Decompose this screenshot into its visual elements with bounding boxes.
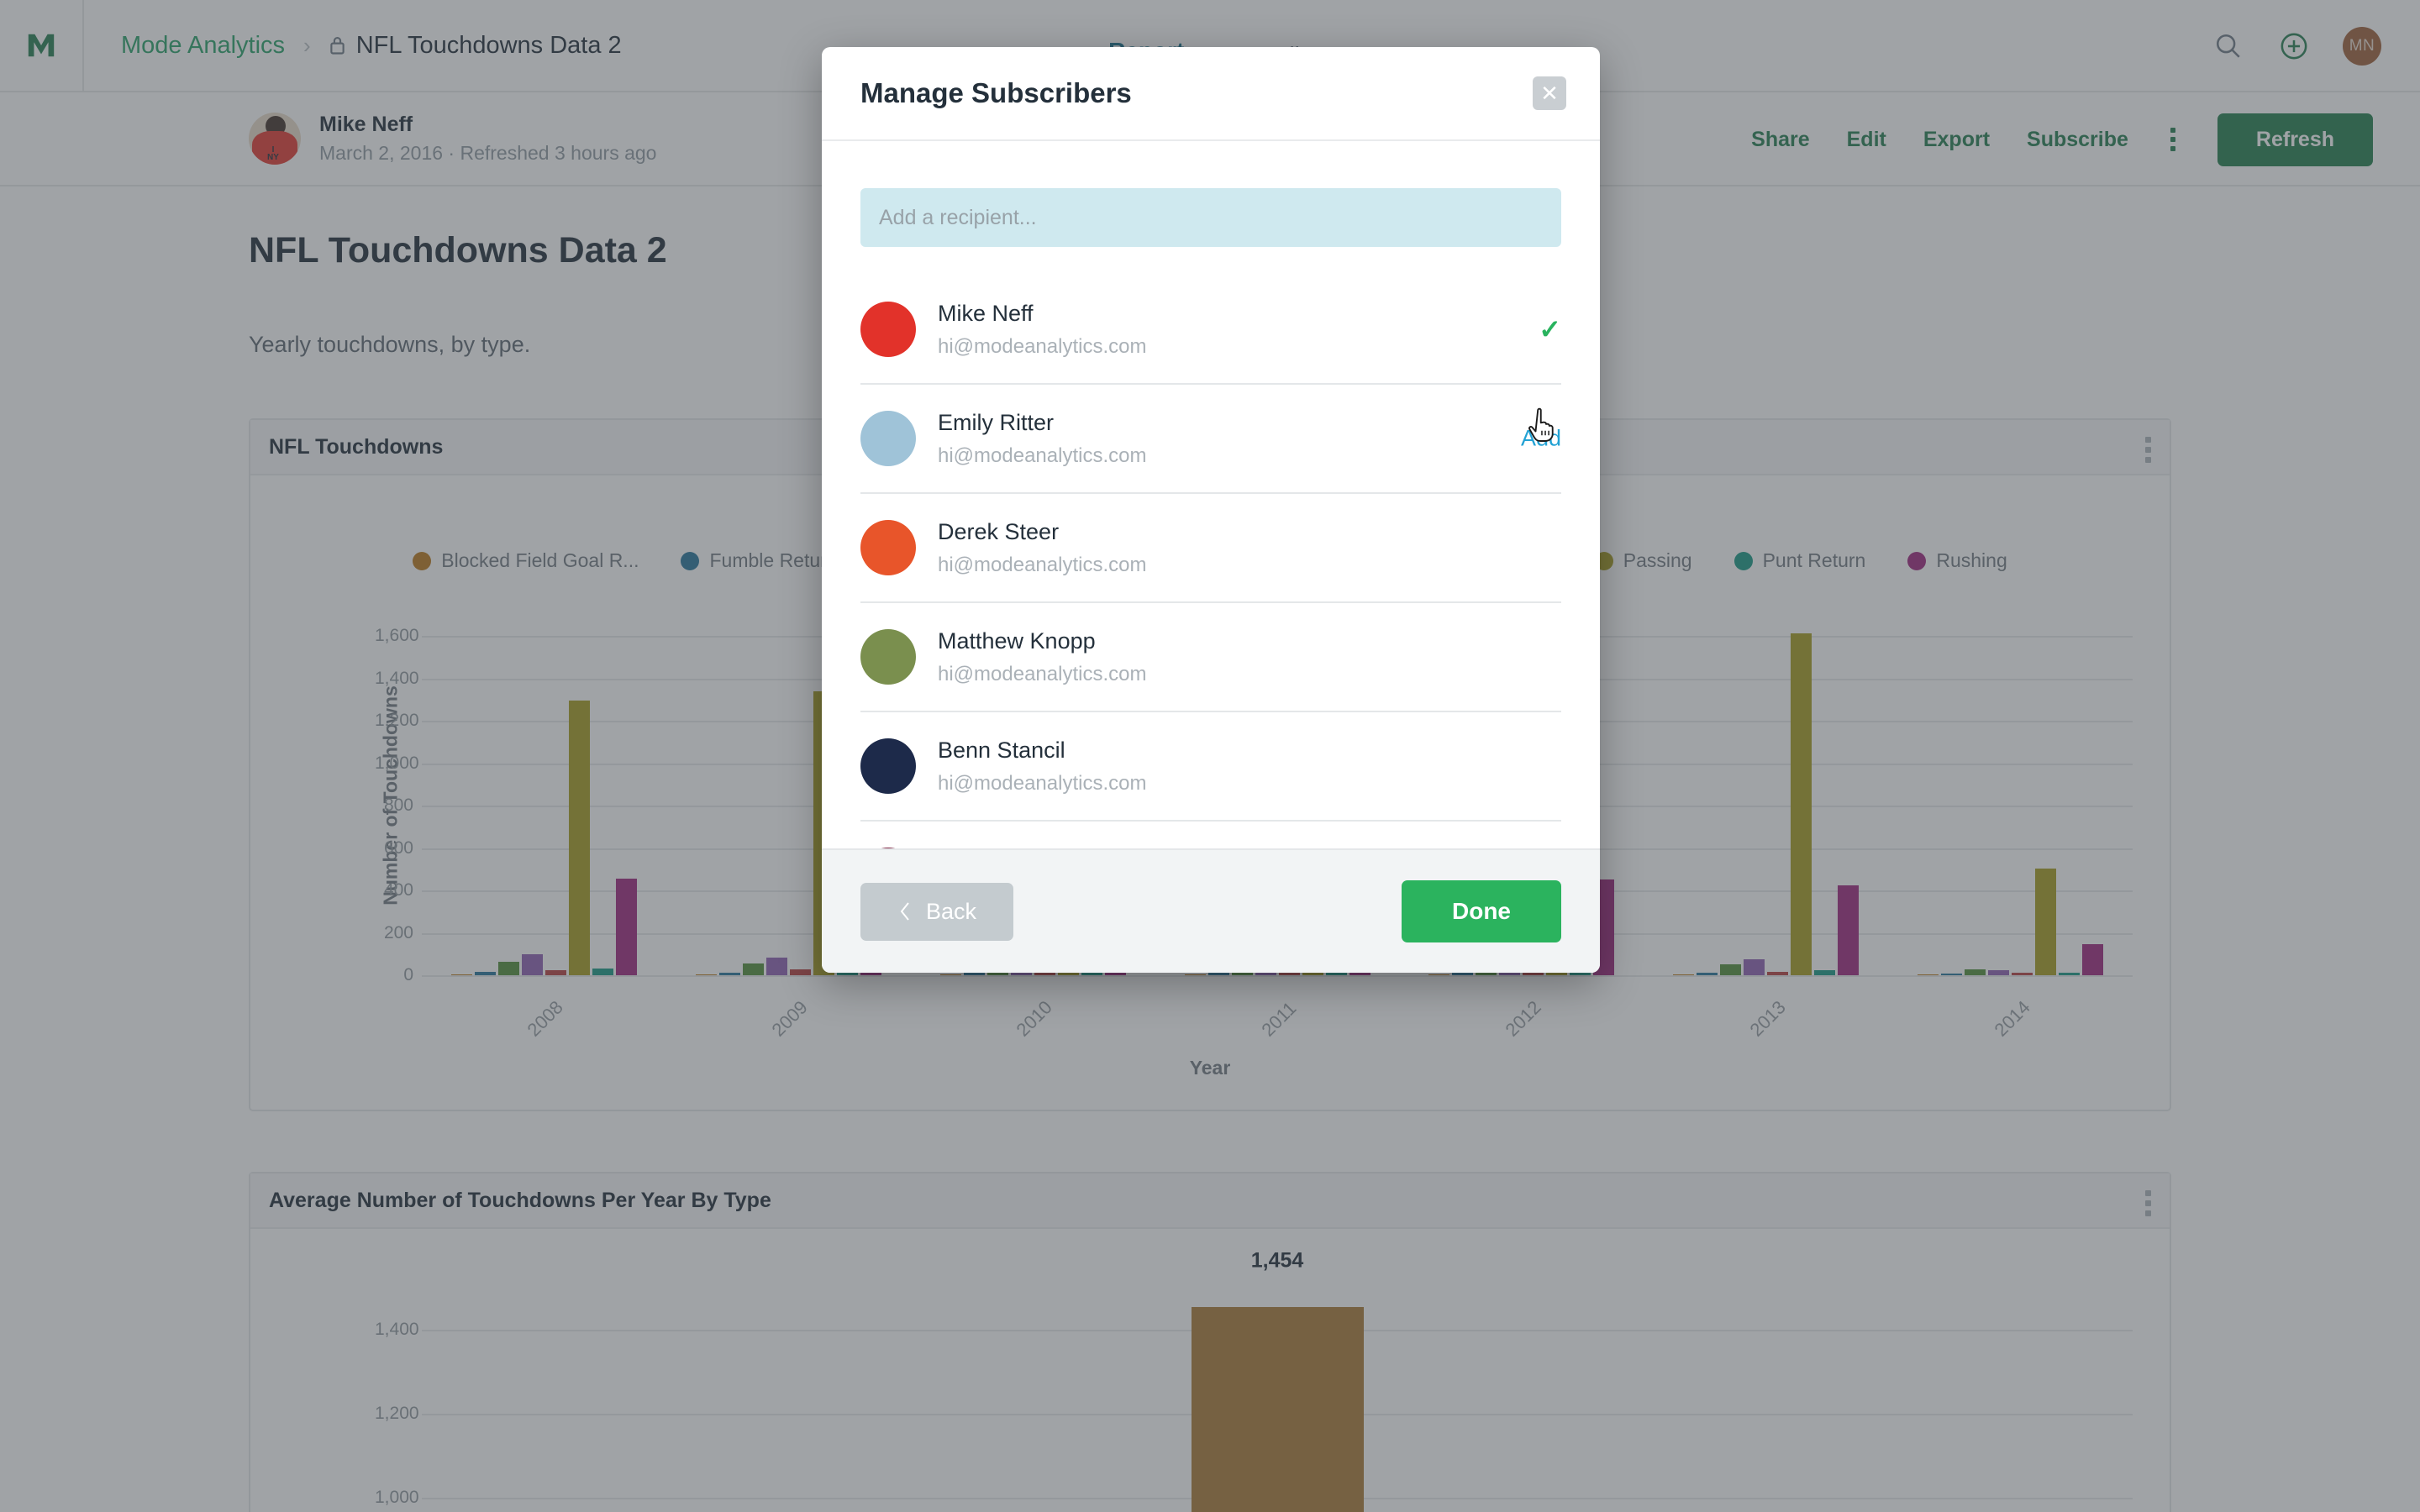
- pointing-hand-cursor: [1528, 407, 1554, 442]
- subscriber-avatar: [860, 738, 916, 794]
- subscriber-email: hi@modeanalytics.com: [938, 334, 1147, 358]
- done-button[interactable]: Done: [1402, 880, 1561, 942]
- add-recipient-input[interactable]: [860, 188, 1561, 247]
- subscribed-check-icon: ✓: [1539, 314, 1561, 344]
- subscriber-info: Benn Stancil hi@modeanalytics.com: [938, 738, 1146, 795]
- subscriber-row[interactable]: Michael Stock-Matthews: [860, 822, 1561, 848]
- modal-title: Manage Subscribers: [860, 77, 1132, 108]
- subscriber-email: hi@modeanalytics.com: [938, 662, 1147, 685]
- subscriber-info: Derek Steer hi@modeanalytics.com: [938, 519, 1146, 577]
- subscriber-name: Mike Neff: [938, 300, 1034, 326]
- subscriber-list: Mike Neff hi@modeanalytics.com ✓ Emily Ritt…: [860, 276, 1561, 848]
- subscriber-email: hi@modeanalytics.com: [938, 444, 1147, 467]
- manage-subscribers-modal: Manage Subscribers ✕ Mike Neff hi@modeana…: [822, 47, 1600, 973]
- subscriber-avatar: [860, 629, 916, 685]
- modal-body: Mike Neff hi@modeanalytics.com ✓ Emily Ritt…: [822, 141, 1600, 848]
- modal-footer: Back Done: [822, 848, 1600, 973]
- subscriber-avatar: [860, 302, 916, 357]
- subscriber-row[interactable]: Matthew Knopp hi@modeanalytics.com: [860, 603, 1561, 712]
- subscriber-row[interactable]: Benn Stancil hi@modeanalytics.com: [860, 712, 1561, 822]
- subscriber-row[interactable]: Mike Neff hi@modeanalytics.com ✓: [860, 276, 1561, 385]
- subscriber-name: Matthew Knopp: [938, 627, 1096, 654]
- subscriber-avatar: [860, 411, 916, 466]
- subscriber-row[interactable]: Emily Ritterhi@modeanalytics.comAdd: [860, 385, 1561, 494]
- subscriber-info: Matthew Knopp hi@modeanalytics.com: [938, 628, 1146, 686]
- modal-header: Manage Subscribers ✕: [822, 47, 1600, 141]
- subscriber-info: Mike Neff hi@modeanalytics.com: [938, 301, 1146, 359]
- subscriber-name: Derek Steer: [938, 518, 1060, 544]
- subscriber-name: Benn Stancil: [938, 737, 1065, 763]
- subscriber-info: Emily Ritter hi@modeanalytics.com: [938, 410, 1146, 468]
- back-button[interactable]: Back: [860, 882, 1014, 941]
- close-x-icon[interactable]: ✕: [1533, 76, 1566, 110]
- subscriber-name: Emily Ritter: [938, 409, 1055, 435]
- subscriber-email: hi@modeanalytics.com: [938, 553, 1147, 576]
- chevron-left-icon: [900, 902, 909, 921]
- back-button-label: Back: [926, 898, 977, 924]
- subscriber-row[interactable]: Derek Steer hi@modeanalytics.com: [860, 494, 1561, 603]
- subscriber-avatar: [860, 520, 916, 575]
- subscriber-email: hi@modeanalytics.com: [938, 771, 1147, 795]
